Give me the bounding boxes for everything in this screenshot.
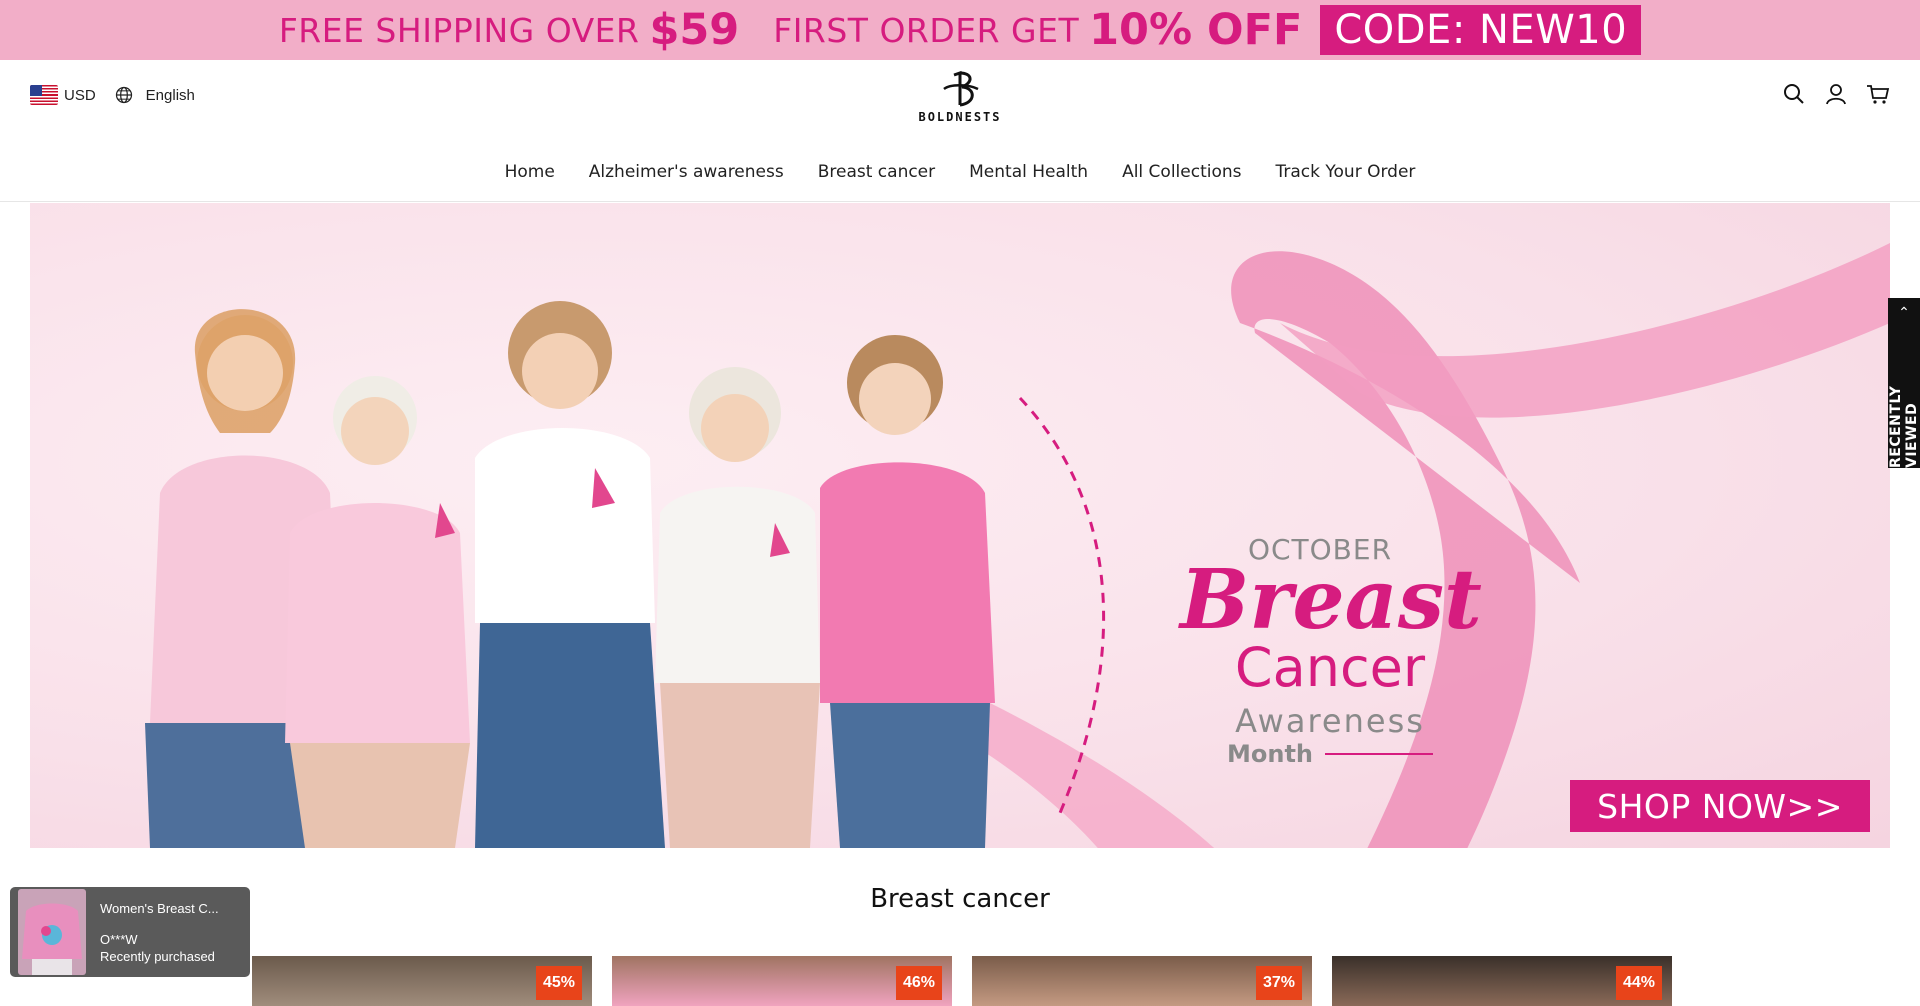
hero-banner[interactable]: OCTOBER Breast Cancer Awareness Month SH… <box>30 203 1890 848</box>
logo-mark-icon <box>943 70 979 107</box>
hero-month: Month <box>1226 740 1313 768</box>
flag-us-icon <box>30 85 58 105</box>
globe-icon <box>115 86 132 104</box>
recent-purchase-popup[interactable]: Women's Breast C... O***W Recently purch… <box>10 887 250 977</box>
hero-cancer: Cancer <box>1234 636 1426 699</box>
site-header: USD English BOLDNESTS <box>0 60 1920 142</box>
promo-text-discount: 10% OFF <box>1089 5 1303 55</box>
shop-now-button[interactable]: SHOP NOW>> <box>1570 780 1870 832</box>
product-card[interactable]: 46% <box>612 956 952 1006</box>
discount-badge: 37% <box>1255 966 1302 1000</box>
nav-item-breast-cancer[interactable]: Breast cancer <box>818 162 935 182</box>
currency-selector[interactable]: USD <box>64 87 96 104</box>
nav-item-mental-health[interactable]: Mental Health <box>969 162 1088 182</box>
promo-text-shipping: FREE SHIPPING OVER <box>278 10 640 50</box>
hero-month-underline <box>1325 753 1433 755</box>
discount-badge: 46% <box>895 966 942 1000</box>
hero-breast: Breast <box>1180 552 1482 648</box>
recently-viewed-label: RECENTLY VIEWED <box>1888 385 1920 468</box>
product-card[interactable]: 37% <box>972 956 1312 1006</box>
account-icon[interactable] <box>1824 82 1848 106</box>
section-title: Breast cancer <box>870 884 1050 914</box>
promo-code-badge: CODE: NEW10 <box>1320 5 1642 55</box>
discount-badge: 44% <box>1615 966 1662 1000</box>
discount-badge: 45% <box>535 966 582 1000</box>
popup-status: Recently purchased <box>100 948 215 964</box>
nav-item-track-order[interactable]: Track Your Order <box>1276 162 1416 182</box>
hero-awareness: Awareness <box>1235 702 1425 740</box>
product-card[interactable]: 45% <box>252 956 592 1006</box>
promo-text-threshold: $59 <box>649 5 740 55</box>
cart-icon[interactable] <box>1866 82 1890 106</box>
nav-item-home[interactable]: Home <box>505 162 555 182</box>
hero-title-block: OCTOBER Breast Cancer Awareness Month <box>1180 533 1482 768</box>
promo-bar[interactable]: FREE SHIPPING OVER $59 FIRST ORDER GET 1… <box>0 0 1920 60</box>
locale-selector[interactable]: USD English <box>30 85 195 105</box>
main-nav: Home Alzheimer's awareness Breast cancer… <box>0 142 1920 202</box>
language-selector[interactable]: English <box>146 87 195 104</box>
popup-product-name: Women's Breast C... <box>100 900 219 916</box>
popup-product-thumbnail <box>18 889 86 975</box>
women-group <box>145 301 995 848</box>
nav-item-all-collections[interactable]: All Collections <box>1122 162 1241 182</box>
header-actions <box>1782 82 1890 106</box>
hero-illustration <box>145 243 1890 848</box>
logo-wordmark: BOLDNESTS <box>918 110 1002 124</box>
site-logo[interactable]: BOLDNESTS <box>916 70 1004 130</box>
product-card[interactable]: 44% <box>1332 956 1672 1006</box>
nav-item-alzheimers-awareness[interactable]: Alzheimer's awareness <box>589 162 784 182</box>
promo-text-first-order: FIRST ORDER GET <box>773 10 1080 50</box>
hero-month-row: Month <box>1180 740 1480 768</box>
recently-viewed-tab[interactable]: ⌃ RECENTLY VIEWED <box>1888 298 1920 468</box>
search-icon[interactable] <box>1782 82 1806 106</box>
popup-buyer: O***W <box>100 931 138 947</box>
product-grid: 45% 46% 37% 44% <box>252 956 1672 1006</box>
popup-info: Women's Breast C... O***W Recently purch… <box>100 900 230 965</box>
chevron-up-icon: ⌃ <box>1898 304 1910 320</box>
